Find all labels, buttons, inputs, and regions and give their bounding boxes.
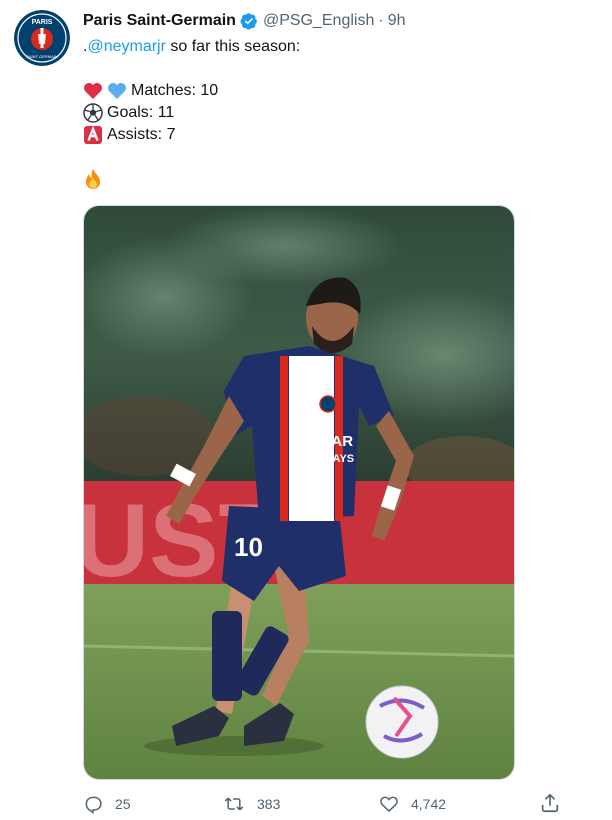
sponsor-line1: QATAR <box>302 433 353 450</box>
neymar-photo: UST 10 QATAR AIRWAYS <box>84 206 514 779</box>
share-button[interactable] <box>539 792 561 819</box>
sponsor-line2: AIRWAYS <box>304 453 354 465</box>
tweet[interactable]: PARIS SAINT-GERMAIN Paris Saint-Germain … <box>0 0 612 820</box>
tweet-timestamp[interactable]: 9h <box>388 12 406 30</box>
fire-icon <box>83 168 103 190</box>
separator-dot: · <box>378 12 384 29</box>
matches-label: Matches: 10 <box>131 82 219 99</box>
reply-button[interactable]: 25 <box>83 792 131 816</box>
blue-heart-icon <box>107 82 127 100</box>
heart-icon <box>380 796 398 813</box>
retweet-count: 383 <box>257 796 281 812</box>
text-suffix: so far this season: <box>165 38 301 55</box>
reply-count: 25 <box>115 796 131 812</box>
shorts-number: 10 <box>234 532 263 562</box>
tweet-media-image[interactable]: UST 10 QATAR AIRWAYS <box>83 205 515 780</box>
stat-assists: Assists: 7 <box>83 124 300 146</box>
reply-icon <box>85 796 102 814</box>
author-name[interactable]: Paris Saint-Germain <box>83 12 236 30</box>
tweet-header: Paris Saint-Germain @PSG_English · 9h <box>83 10 405 32</box>
retweet-button[interactable]: 383 <box>223 792 280 816</box>
red-heart-icon <box>83 82 103 100</box>
like-count: 4,742 <box>411 796 447 812</box>
mention-link[interactable]: @neymarjr <box>87 36 165 58</box>
assists-label: Assists: 7 <box>107 126 176 143</box>
goals-label: Goals: 11 <box>107 104 175 121</box>
stat-matches: Matches: 10 <box>83 80 300 102</box>
like-button[interactable]: 4,742 <box>379 792 446 816</box>
share-icon <box>541 793 559 813</box>
tweet-text: . @neymarjr so far this season: Matches:… <box>83 36 300 190</box>
stat-goals: Goals: 11 <box>83 102 300 124</box>
tweet-actions: 25 383 4,742 <box>83 792 563 816</box>
avatar[interactable]: PARIS SAINT-GERMAIN <box>14 10 70 66</box>
logo-top-text: PARIS <box>32 19 53 26</box>
verified-badge-icon <box>240 12 258 30</box>
author-handle[interactable]: @PSG_English <box>263 12 374 30</box>
logo-bottom-text: SAINT-GERMAIN <box>26 54 58 59</box>
soccer-ball-icon <box>83 103 103 123</box>
letter-a-button-icon <box>83 125 103 145</box>
psg-logo: PARIS SAINT-GERMAIN <box>14 10 70 66</box>
retweet-icon <box>224 797 244 811</box>
